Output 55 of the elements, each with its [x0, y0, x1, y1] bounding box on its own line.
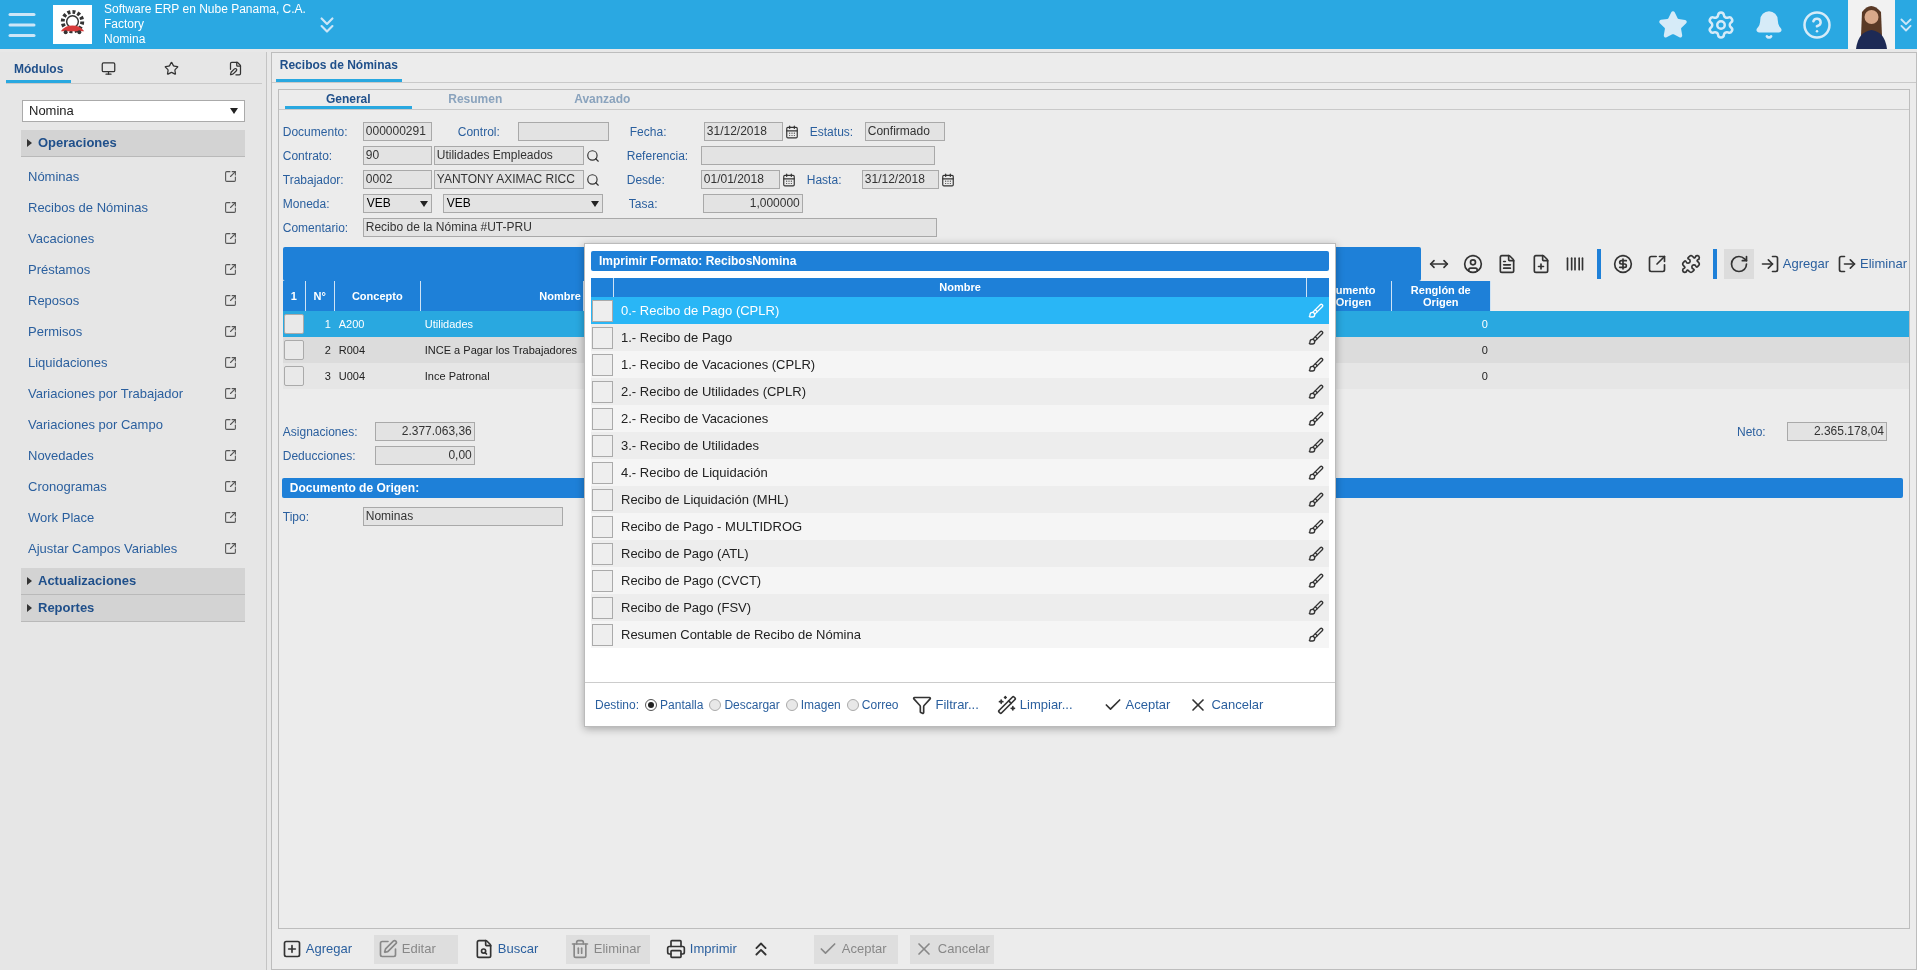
column-header: Nombre: [938, 280, 982, 296]
format-name: 0.- Recibo de Pago (CPLR): [621, 301, 781, 320]
dialog-title: Imprimir Formato: RecibosNomina: [591, 251, 1329, 271]
column-header: Renglón de Origen: [1391, 281, 1491, 311]
format-name: 1.- Recibo de Pago: [621, 328, 734, 347]
column-header: Nombre: [420, 281, 584, 311]
radio-label: Imagen: [800, 696, 841, 714]
radio-label: Correo: [861, 696, 899, 714]
table-cell-text: 0: [1480, 316, 1489, 332]
format-name: 3.- Recibo de Utilidades: [621, 436, 761, 455]
radio-label: Pantalla: [660, 696, 704, 714]
format-name: Recibo de Pago - MULTIDROG: [621, 517, 804, 536]
field-label: Estatus:: [809, 123, 855, 141]
format-name: 2.- Recibo de Vacaciones: [621, 409, 770, 428]
module-name: Nomina: [104, 32, 147, 47]
format-name: Recibo de Pago (CVCT): [621, 571, 763, 590]
column-header: N°: [305, 281, 335, 311]
table-cell-text: A200: [337, 316, 366, 332]
table-cell-text: 2: [323, 342, 332, 358]
table-cell-text: INCE a Pagar los Trabajadores: [423, 342, 579, 358]
field-label: Tipo:: [282, 508, 310, 526]
destination-label: Destino:: [595, 696, 640, 714]
field-label: Neto:: [1737, 423, 1767, 441]
column-header: umento Origen: [1335, 281, 1392, 311]
field-label: Moneda:: [282, 195, 331, 213]
table-cell-text: 1: [323, 316, 332, 332]
field-label: Tasa:: [628, 195, 659, 213]
column-header: Concepto: [334, 281, 421, 311]
table-cell-text: 0: [1480, 368, 1489, 384]
table-cell-text: 0: [1480, 342, 1489, 358]
format-name: Resumen Contable de Recibo de Nómina: [621, 625, 862, 644]
field-label: Desde:: [626, 171, 666, 189]
field-label: Hasta:: [806, 171, 843, 189]
field-label: Deducciones:: [282, 447, 357, 465]
table-cell-text: U004: [337, 368, 367, 384]
field-label: Fecha:: [629, 123, 668, 141]
field-label: Asignaciones:: [282, 423, 359, 441]
format-name: 2.- Recibo de Utilidades (CPLR): [621, 382, 807, 401]
company-name: Software ERP en Nube Panama, C.A.: [104, 2, 306, 17]
field-label: Referencia:: [626, 147, 690, 165]
branch-name: Factory: [104, 17, 145, 32]
table-cell-text: Utilidades: [423, 316, 475, 332]
format-name: 1.- Recibo de Vacaciones (CPLR): [621, 355, 817, 374]
format-name: Recibo de Pago (FSV): [621, 598, 753, 617]
field-label: Comentario:: [282, 219, 350, 237]
radio-label: Descargar: [724, 696, 780, 714]
field-label: Control:: [457, 123, 501, 141]
table-cell-text: R004: [337, 342, 367, 358]
column-header: 1: [282, 281, 306, 311]
field-label: Trabajador:: [282, 171, 345, 189]
table-cell-text: Ince Patronal: [423, 368, 491, 384]
format-name: Recibo de Pago (ATL): [621, 544, 750, 563]
field-label: Documento:: [282, 123, 349, 141]
field-label: Contrato:: [282, 147, 334, 165]
table-cell-text: 3: [323, 368, 332, 384]
